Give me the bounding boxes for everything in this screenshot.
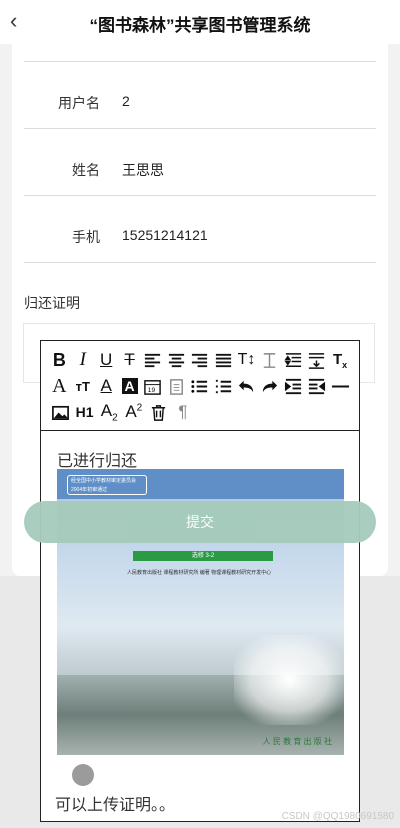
book-publisher: 人民教育出版社 课程教材研究所 编著 物理课程教材研究开发中心 bbox=[127, 570, 272, 576]
phone-value: 15251214121 bbox=[122, 227, 208, 243]
subscript-icon[interactable]: A2 bbox=[98, 400, 120, 424]
letter-spacing-icon[interactable] bbox=[260, 348, 281, 372]
outdent-icon[interactable] bbox=[306, 374, 327, 398]
username-label: 用户名 bbox=[58, 95, 100, 111]
book-series: 选修 3-2 bbox=[133, 551, 273, 561]
align-justify-icon[interactable] bbox=[213, 348, 234, 372]
name-label: 姓名 bbox=[72, 162, 100, 178]
clear-format-icon[interactable]: Tx bbox=[330, 348, 351, 372]
paragraph-icon[interactable]: ¶ bbox=[172, 400, 194, 424]
proof-label: 归还证明 bbox=[24, 295, 80, 311]
align-center-icon[interactable] bbox=[166, 348, 187, 372]
content-line: 已进行归还 bbox=[57, 453, 138, 470]
superscript-icon[interactable]: A2 bbox=[123, 400, 145, 424]
strikethrough-icon[interactable]: T bbox=[119, 348, 140, 372]
align-left-icon[interactable] bbox=[143, 348, 164, 372]
page-title: “图书森林”共享图书管理系统 bbox=[89, 16, 311, 35]
italic-icon[interactable]: I bbox=[72, 348, 93, 372]
redo-icon[interactable] bbox=[260, 374, 281, 398]
submit-button[interactable]: 提交 bbox=[24, 501, 376, 543]
line-height-icon[interactable] bbox=[283, 348, 304, 372]
nav-bar: ‹ “图书森林”共享图书管理系统 bbox=[0, 0, 400, 44]
content-line: 可以上传证明。。 bbox=[55, 797, 176, 814]
horizontal-rule-icon[interactable] bbox=[330, 374, 351, 398]
date-icon[interactable]: 19 bbox=[143, 374, 164, 398]
font-size-icon[interactable]: ᴛT bbox=[72, 374, 93, 398]
underline-icon[interactable]: U bbox=[96, 348, 117, 372]
editor-content[interactable]: 已进行归还 经全国中小学教材审定委员会 2004年初审通过 选修 3-2 人民教… bbox=[41, 431, 359, 821]
text-size-icon[interactable]: T↕ bbox=[236, 348, 257, 372]
svg-text:19: 19 bbox=[148, 387, 156, 394]
indent-icon[interactable] bbox=[283, 374, 304, 398]
divider bbox=[24, 128, 376, 129]
bold-icon[interactable]: B bbox=[49, 348, 70, 372]
divider bbox=[24, 262, 376, 263]
clipboard-icon[interactable] bbox=[166, 374, 187, 398]
resize-handle[interactable] bbox=[72, 764, 94, 786]
paragraph-spacing-icon[interactable] bbox=[306, 348, 327, 372]
font-color-icon[interactable]: A bbox=[96, 374, 117, 398]
book-mist bbox=[234, 635, 344, 725]
divider bbox=[24, 195, 376, 196]
name-value: 王思思 bbox=[122, 162, 164, 178]
undo-icon[interactable] bbox=[236, 374, 257, 398]
heading-h1-icon[interactable]: H1 bbox=[74, 400, 96, 424]
image-icon[interactable] bbox=[49, 400, 71, 424]
bullet-list-icon[interactable] bbox=[189, 374, 210, 398]
phone-label: 手机 bbox=[72, 229, 100, 245]
delete-icon[interactable] bbox=[147, 400, 169, 424]
rich-text-editor[interactable]: B I U T T↕ Tx AᴛT A A 19 H1 A2 A2 ¶ 已进行归还 经全国中小学教材审… bbox=[40, 340, 360, 822]
username-value: 2 bbox=[122, 93, 130, 109]
watermark: CSDN @QQ1980691580 bbox=[281, 811, 394, 822]
highlight-color-icon[interactable]: A bbox=[119, 374, 140, 398]
book-badge: 经全国中小学教材审定委员会 2004年初审通过 bbox=[67, 475, 147, 495]
ordered-list-icon[interactable] bbox=[213, 374, 234, 398]
book-logo: 人 民 教 育 出 版 社 bbox=[262, 737, 332, 746]
font-family-icon[interactable]: A bbox=[49, 374, 70, 398]
editor-toolbar: B I U T T↕ Tx AᴛT A A 19 H1 A2 A2 ¶ bbox=[41, 341, 359, 431]
align-right-icon[interactable] bbox=[189, 348, 210, 372]
divider bbox=[24, 61, 376, 62]
